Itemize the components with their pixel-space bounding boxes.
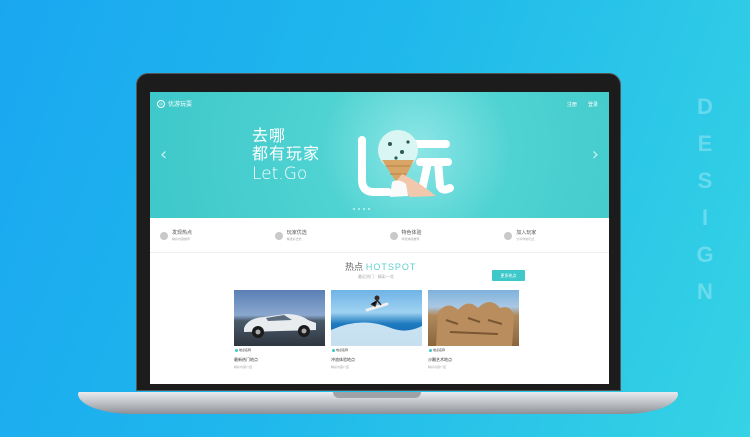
feature-icon (504, 232, 513, 240)
location-pin-icon (429, 348, 432, 352)
card-title: 最新热门地点 (234, 357, 258, 362)
design-letter: E (697, 131, 713, 156)
feature-item[interactable]: 加入玩家 分享你的玩法 (494, 225, 609, 247)
feature-icon (160, 232, 168, 240)
feature-icon (389, 232, 398, 240)
sand-sculpture-photo (428, 290, 519, 346)
top-nav: 注册 登录 (567, 101, 598, 108)
feature-desc: 特色体验推荐 (401, 237, 420, 241)
feature-bar: 发现热点 精彩内容推荐 玩家优选 精选好去处 特色体验 特色体验推荐 加入玩家 分享你的… (150, 225, 609, 247)
carousel-dot[interactable] (358, 208, 360, 210)
design-letter: D (697, 94, 713, 119)
section-subtitle: 最近热门 · 精彩一览 (358, 274, 394, 279)
feature-title: 发现热点 (172, 230, 193, 236)
login-link[interactable]: 登录 (588, 101, 598, 108)
card-caption-text: 地点名称 (239, 348, 252, 352)
section-title-cn: 热点 (345, 263, 364, 273)
hotspot-card[interactable]: 地点名称 冲浪体验地点 精彩内容介绍 (331, 290, 422, 369)
logo-icon: ◎ (157, 99, 165, 108)
card-caption: 地点名称 (428, 346, 519, 352)
feature-title: 特色体验 (401, 230, 422, 236)
hotspot-card[interactable]: 地点名称 沙雕艺术地点 精彩内容介绍 (428, 290, 519, 369)
slogan-line2: 都有玩家 (252, 146, 321, 163)
laptop-notch (333, 392, 421, 398)
site-logo[interactable]: ◎ 优游玩耍 (157, 99, 192, 108)
feature-icon (274, 232, 283, 240)
section-title-en: HOTSPOT (365, 262, 417, 272)
card-desc: 精彩内容介绍 (234, 365, 253, 369)
card-caption-text: 地点名称 (336, 348, 349, 352)
design-letter: S (697, 168, 713, 193)
design-letter: G (696, 242, 714, 267)
location-pin-icon (332, 348, 335, 352)
divider (150, 252, 609, 253)
location-pin-icon (235, 348, 238, 352)
feature-item[interactable]: 发现热点 精彩内容推荐 (150, 225, 265, 247)
register-link[interactable]: 注册 (567, 101, 577, 108)
design-watermark: D E S I G N (695, 88, 715, 310)
feature-item[interactable]: 特色体验 特色体验推荐 (380, 225, 495, 247)
slogan-line1: 去哪 (252, 128, 287, 145)
carousel-dot[interactable] (368, 208, 370, 210)
slogan-line3: Let.Go (252, 164, 308, 184)
card-desc: 精彩内容介绍 (428, 365, 447, 369)
feature-desc: 精彩内容推荐 (172, 237, 191, 241)
chevron-right-icon[interactable]: › (592, 146, 599, 164)
carousel-dot[interactable] (353, 208, 355, 210)
surf-photo (331, 290, 422, 346)
carousel-dots (353, 208, 370, 210)
card-title: 冲浪体验地点 (331, 357, 355, 362)
chevron-left-icon[interactable]: ‹ (160, 146, 167, 164)
carousel-dot[interactable] (363, 208, 365, 210)
hotspot-cards: 地点名称 最新热门地点 精彩内容介绍 地点名称 冲浪体验地点 精彩内容介绍 地点… (234, 290, 519, 369)
more-hotspots-button[interactable]: 更多热点 (492, 270, 525, 281)
laptop-screen: ◎ 优游玩耍 注册 登录 ‹ › 去哪 都有玩家 Let.Go 发现热点 精彩内… (150, 92, 609, 384)
feature-desc: 精选好去处 (286, 237, 302, 241)
hero-banner: ◎ 优游玩耍 注册 登录 ‹ › 去哪 都有玩家 Let.Go (150, 92, 609, 218)
design-letter: I (701, 205, 709, 230)
car-photo (234, 290, 325, 346)
ice-cream-illustration (358, 130, 454, 197)
feature-desc: 分享你的玩法 (516, 237, 535, 241)
laptop-frame: ◎ 优游玩耍 注册 登录 ‹ › 去哪 都有玩家 Let.Go 发现热点 精彩内… (136, 73, 621, 391)
card-caption: 地点名称 (234, 346, 325, 352)
section-title: 热点 HOTSPOT (345, 260, 416, 273)
card-title: 沙雕艺术地点 (428, 357, 452, 362)
feature-title: 玩家优选 (286, 230, 307, 236)
design-letter: N (697, 279, 713, 304)
card-desc: 精彩内容介绍 (331, 365, 350, 369)
feature-item[interactable]: 玩家优选 精选好去处 (265, 225, 380, 247)
site-name: 优游玩耍 (168, 101, 193, 108)
feature-title: 加入玩家 (516, 230, 537, 236)
hero-slogan: 去哪 都有玩家 Let.Go (252, 128, 320, 184)
card-caption-text: 地点名称 (433, 348, 446, 352)
card-caption: 地点名称 (331, 346, 422, 352)
hotspot-card[interactable]: 地点名称 最新热门地点 精彩内容介绍 (234, 290, 325, 369)
